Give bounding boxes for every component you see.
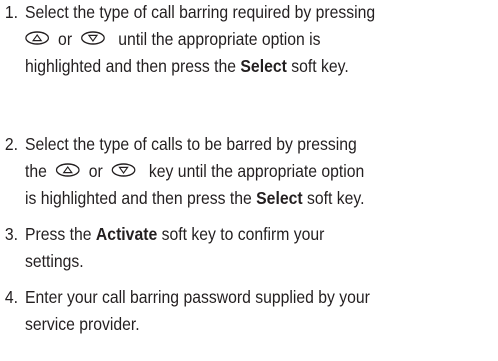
up-navigation-key-icon (25, 31, 50, 46)
text-run: highlighted and then press the (25, 56, 237, 76)
step-number: 4. (4, 287, 18, 307)
step-line: Select the type of calls to be barred by… (25, 131, 493, 158)
step-line: highlighted and then press the Select so… (25, 53, 493, 80)
text-run: or (88, 161, 103, 181)
step-line: Enter your call barring password supplie… (25, 284, 493, 311)
bold-key-label: Select (240, 56, 287, 76)
down-navigation-key-icon (111, 163, 136, 178)
step-line: the or key until the appropriate option (25, 158, 493, 185)
text-run: Enter your call barring password supplie… (25, 287, 370, 307)
text-run: soft key to confirm your (161, 224, 325, 244)
text-run: Select the type of call barring required… (25, 2, 376, 22)
bold-key-label: Activate (95, 224, 158, 244)
step-line: is highlighted and then press the Select… (25, 185, 493, 212)
instruction-page: 1. Select the type of call barring requi… (0, 0, 498, 361)
text-run: Press the (25, 224, 92, 244)
text-run: until the appropriate option is (118, 29, 321, 49)
text-run: service provider. (25, 314, 140, 334)
step-number: 1. (4, 2, 18, 22)
text-run: or (58, 29, 73, 49)
text-run: settings. (25, 251, 84, 271)
text-run: Select the type of calls to be barred by… (25, 134, 357, 154)
step-number: 2. (4, 134, 18, 154)
down-navigation-key-icon (81, 31, 105, 46)
text-run: key until the appropriate option (148, 161, 365, 181)
step-line: settings. (25, 248, 493, 275)
step-text: Press the Activate soft key to confirm y… (25, 221, 493, 275)
step-number: 3. (4, 224, 18, 244)
text-run: is highlighted and then press the (25, 188, 252, 208)
text-run: soft key. (291, 56, 349, 76)
text-run: the (25, 161, 47, 181)
step-line: or until the appropriate option is (25, 26, 493, 53)
step-text: Enter your call barring password supplie… (25, 284, 493, 338)
bold-key-label: Select (256, 188, 303, 208)
step-line: service provider. (25, 311, 493, 338)
step-line: Press the Activate soft key to confirm y… (25, 221, 493, 248)
step-text: Select the type of call barring required… (25, 0, 493, 80)
step-text: Select the type of calls to be barred by… (25, 131, 493, 212)
up-navigation-key-icon (55, 163, 80, 178)
step-line: Select the type of call barring required… (25, 0, 493, 26)
text-run: soft key. (306, 188, 365, 208)
